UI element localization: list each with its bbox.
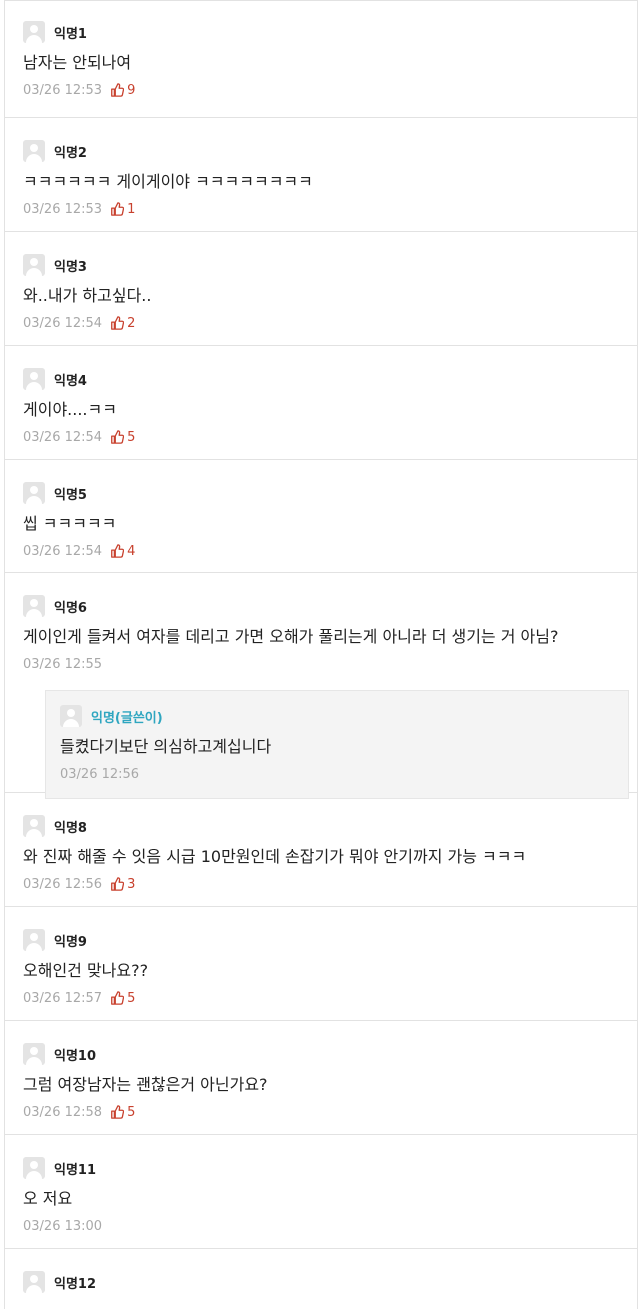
comment-text: 오해인건 맞나요?? — [23, 961, 149, 980]
vote-button[interactable]: 4 — [110, 544, 135, 559]
comment-text: 씹 ㅋㅋㅋㅋㅋ — [23, 514, 117, 533]
comment-text: 와 진짜 해줄 수 잇음 시급 10만원인데 손잡기가 뭐야 안기까지 가능 ㅋ… — [23, 847, 527, 866]
comment-author: 익명9 — [54, 934, 87, 950]
vote-count: 4 — [127, 543, 136, 559]
comment-author: 익명6 — [54, 600, 87, 616]
comment-text: ㅋㅋㅋㅋㅋㅋ 게이게이야 ㅋㅋㅋㅋㅋㅋㅋㅋ — [23, 172, 313, 191]
thumbs-up-icon — [111, 1105, 125, 1119]
comment-author: 익명10 — [54, 1048, 97, 1064]
comment-time: 03/26 12:54 — [23, 315, 103, 331]
comment-time: 03/26 12:55 — [23, 656, 103, 672]
comment-time: 03/26 12:57 — [23, 990, 103, 1006]
comment-text: 그럼 여장남자는 괜찮은거 아닌가요? — [23, 1075, 268, 1094]
comment-item: 익명1 남자는 안되나여 03/26 12:53 9 — [5, 0, 637, 118]
comment-time: 03/26 12:58 — [23, 1104, 103, 1120]
default-avatar-icon — [23, 1157, 45, 1179]
vote-button[interactable]: 5 — [110, 430, 135, 445]
comment-author: 익명12 — [54, 1276, 97, 1292]
default-avatar-icon — [23, 595, 45, 617]
default-avatar-icon — [23, 368, 45, 390]
vote-button[interactable]: 1 — [110, 202, 135, 217]
default-avatar-icon — [23, 254, 45, 276]
comment-time: 03/26 13:00 — [23, 1218, 103, 1234]
comment-time: 03/26 12:56 — [23, 876, 103, 892]
comment-item: 익명4 게이야....ㅋㅋ 03/26 12:54 5 — [5, 346, 637, 460]
comment-time: 03/26 12:53 — [23, 82, 103, 98]
comment-item: 익명2 ㅋㅋㅋㅋㅋㅋ 게이게이야 ㅋㅋㅋㅋㅋㅋㅋㅋ 03/26 12:53 1 — [5, 118, 637, 232]
comment-item: 익명6 게이인게 들켜서 여자를 데리고 가면 오해가 풀리는게 아니라 더 생… — [5, 573, 637, 799]
vote-button[interactable]: 2 — [110, 316, 135, 331]
comment-text: 게이야....ㅋㅋ — [23, 400, 117, 419]
comment-item: 익명3 와..내가 하고싶다.. 03/26 12:54 2 — [5, 232, 637, 346]
vote-button[interactable]: 9 — [110, 83, 135, 98]
vote-button[interactable]: 5 — [110, 1105, 135, 1120]
default-avatar-icon — [23, 482, 45, 504]
vote-button[interactable]: 3 — [110, 877, 135, 892]
vote-count: 5 — [127, 429, 136, 445]
comment-item: 익명8 와 진짜 해줄 수 잇음 시급 10만원인데 손잡기가 뭐야 안기까지 … — [5, 793, 637, 907]
thumbs-up-icon — [111, 991, 125, 1005]
vote-button[interactable]: 5 — [110, 991, 135, 1006]
comment-author: 익명8 — [54, 820, 87, 836]
comment-author: 익명5 — [54, 487, 87, 503]
comment-author: 익명2 — [54, 145, 87, 161]
comment-author: 익명3 — [54, 259, 87, 275]
thumbs-up-icon — [111, 430, 125, 444]
reply-author: 익명(글쓴이) — [91, 710, 163, 726]
comment-text: 와..내가 하고싶다.. — [23, 286, 152, 305]
default-avatar-icon — [23, 140, 45, 162]
comment-list: 익명1 남자는 안되나여 03/26 12:53 9 익명2 ㅋㅋㅋㅋㅋㅋ 게이게… — [4, 0, 638, 1309]
comment-text: 게이인게 들켜서 여자를 데리고 가면 오해가 풀리는게 아니라 더 생기는 거… — [23, 627, 559, 646]
default-avatar-icon — [23, 929, 45, 951]
default-avatar-icon — [23, 815, 45, 837]
vote-count: 2 — [127, 315, 136, 331]
reply-item: 익명(글쓴이) 들켰다기보단 의심하고계십니다 03/26 12:56 — [45, 690, 629, 799]
default-avatar-icon — [60, 705, 82, 727]
comment-item: 익명11 오 저요 03/26 13:00 — [5, 1135, 637, 1249]
default-avatar-icon — [23, 21, 45, 43]
reply-time: 03/26 12:56 — [60, 766, 140, 782]
comment-item: 익명12 — [5, 1249, 637, 1309]
vote-count: 3 — [127, 876, 136, 892]
comment-item: 익명10 그럼 여장남자는 괜찮은거 아닌가요? 03/26 12:58 5 — [5, 1021, 637, 1135]
comment-time: 03/26 12:53 — [23, 201, 103, 217]
thumbs-up-icon — [111, 544, 125, 558]
comment-author: 익명1 — [54, 26, 87, 42]
vote-count: 1 — [127, 201, 136, 217]
thumbs-up-icon — [111, 202, 125, 216]
vote-count: 5 — [127, 990, 136, 1006]
comment-text: 남자는 안되나여 — [23, 53, 132, 72]
comment-item: 익명5 씹 ㅋㅋㅋㅋㅋ 03/26 12:54 4 — [5, 460, 637, 573]
comment-time: 03/26 12:54 — [23, 543, 103, 559]
comment-text: 오 저요 — [23, 1189, 73, 1208]
thumbs-up-icon — [111, 877, 125, 891]
default-avatar-icon — [23, 1043, 45, 1065]
comment-item: 익명9 오해인건 맞나요?? 03/26 12:57 5 — [5, 907, 637, 1021]
vote-count: 9 — [127, 82, 136, 98]
vote-count: 5 — [127, 1104, 136, 1120]
thumbs-up-icon — [111, 83, 125, 97]
thumbs-up-icon — [111, 316, 125, 330]
comment-author: 익명4 — [54, 373, 87, 389]
comment-author: 익명11 — [54, 1162, 97, 1178]
default-avatar-icon — [23, 1271, 45, 1293]
comment-time: 03/26 12:54 — [23, 429, 103, 445]
reply-text: 들켰다기보단 의심하고계십니다 — [60, 737, 272, 756]
